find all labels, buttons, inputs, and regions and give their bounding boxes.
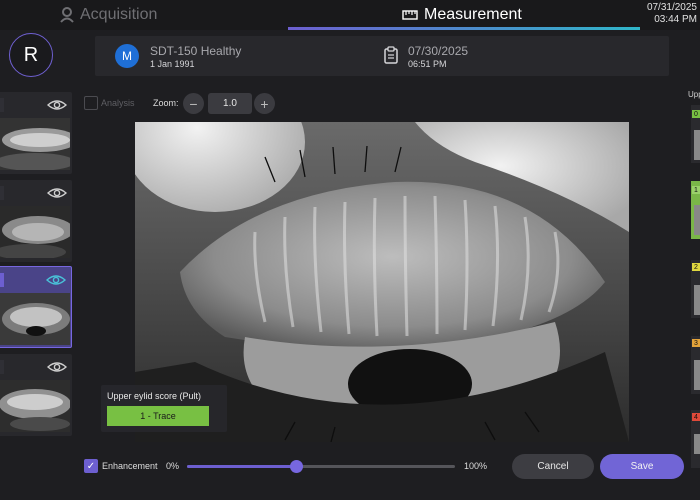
grade-tag: 1 — [692, 186, 700, 194]
patient-name: SDT-150 Healthy — [150, 44, 242, 58]
score-value[interactable]: 1 - Trace — [107, 406, 209, 426]
ruler-icon — [402, 10, 418, 20]
score-title: Upper eylid score (Pult) — [107, 391, 202, 401]
enhancement-checkbox[interactable]: ✓ — [84, 459, 98, 473]
thumbnail-badge — [0, 360, 4, 374]
right-thumbnail-image — [694, 130, 700, 160]
thumbnail-image — [0, 118, 70, 170]
thumbnail-image — [0, 380, 70, 432]
user-avatar[interactable]: R — [9, 33, 53, 77]
clipboard-icon — [384, 46, 398, 64]
thumbnail-badge — [0, 186, 4, 200]
eye-icon[interactable] — [47, 187, 67, 199]
thumbnail-item-selected[interactable] — [0, 266, 72, 348]
right-thumbnail-image — [694, 205, 700, 235]
zoom-label: Zoom: — [153, 98, 179, 108]
thumbnail-badge — [0, 273, 4, 287]
enhancement-label: Enhancement — [102, 461, 158, 471]
patient-dob: 1 Jan 1991 — [150, 59, 195, 69]
patient-initial: M — [122, 49, 132, 63]
enhancement-slider-track[interactable] — [187, 465, 455, 468]
clock-time: 03:44 PM — [654, 14, 697, 25]
eye-icon[interactable] — [47, 361, 67, 373]
eye-icon[interactable] — [46, 274, 66, 286]
tab-measurement-label: Measurement — [424, 6, 522, 23]
zoom-value[interactable]: 1.0 — [208, 93, 252, 114]
patient-info-panel: M SDT-150 Healthy 1 Jan 1991 07/30/2025 … — [95, 36, 669, 76]
grade-tag: 0 — [692, 110, 700, 118]
right-thumbnail-image — [694, 360, 700, 390]
enhancement-slider-handle[interactable] — [290, 460, 304, 473]
exam-date: 07/30/2025 — [408, 44, 469, 58]
grade-tag: 3 — [692, 339, 700, 347]
thumbnail-item[interactable] — [0, 180, 72, 262]
thumbnail-image — [0, 293, 70, 345]
right-thumbnail-image — [694, 434, 700, 454]
upper-eyelid-score-panel: Upper eylid score (Pult) 1 - Trace — [101, 385, 227, 432]
clock: 07/31/2025 03:44 PM — [647, 2, 697, 26]
thumbnail-badge — [0, 98, 4, 112]
patient-avatar: M — [115, 44, 139, 68]
user-initial: R — [23, 43, 39, 66]
eye-icon[interactable] — [47, 99, 67, 111]
person-icon — [60, 7, 74, 23]
check-icon: ✓ — [86, 460, 96, 472]
tab-acquisition[interactable]: Acquisition — [60, 0, 157, 30]
right-thumbnail-image — [694, 285, 700, 315]
thumbnail-list — [0, 90, 73, 440]
analysis-label: Analysis — [101, 98, 135, 108]
clock-date: 07/31/2025 — [646, 2, 697, 13]
thumbnail-item[interactable] — [0, 92, 72, 174]
enhancement-slider-fill — [187, 465, 297, 468]
tab-measurement[interactable]: Measurement — [402, 0, 522, 30]
zoom-out-button[interactable]: − — [183, 93, 204, 114]
active-tab-indicator — [288, 27, 640, 30]
top-bar: Acquisition Measurement 07/31/2025 03:44… — [0, 0, 700, 30]
analysis-checkbox[interactable] — [84, 96, 98, 110]
tab-acquisition-label: Acquisition — [80, 6, 158, 23]
cancel-button[interactable]: Cancel — [512, 454, 594, 479]
thumbnail-item[interactable] — [0, 354, 72, 436]
right-panel-label: Upp — [688, 90, 700, 99]
slider-min-label: 0% — [166, 461, 180, 471]
exam-time: 06:51 PM — [408, 59, 447, 69]
slider-max-label: 100% — [464, 461, 488, 471]
save-button[interactable]: Save — [600, 454, 684, 479]
zoom-in-button[interactable]: + — [254, 93, 275, 114]
grade-tag: 4 — [692, 413, 700, 421]
grade-tag: 2 — [692, 263, 700, 271]
thumbnail-image — [0, 206, 70, 258]
